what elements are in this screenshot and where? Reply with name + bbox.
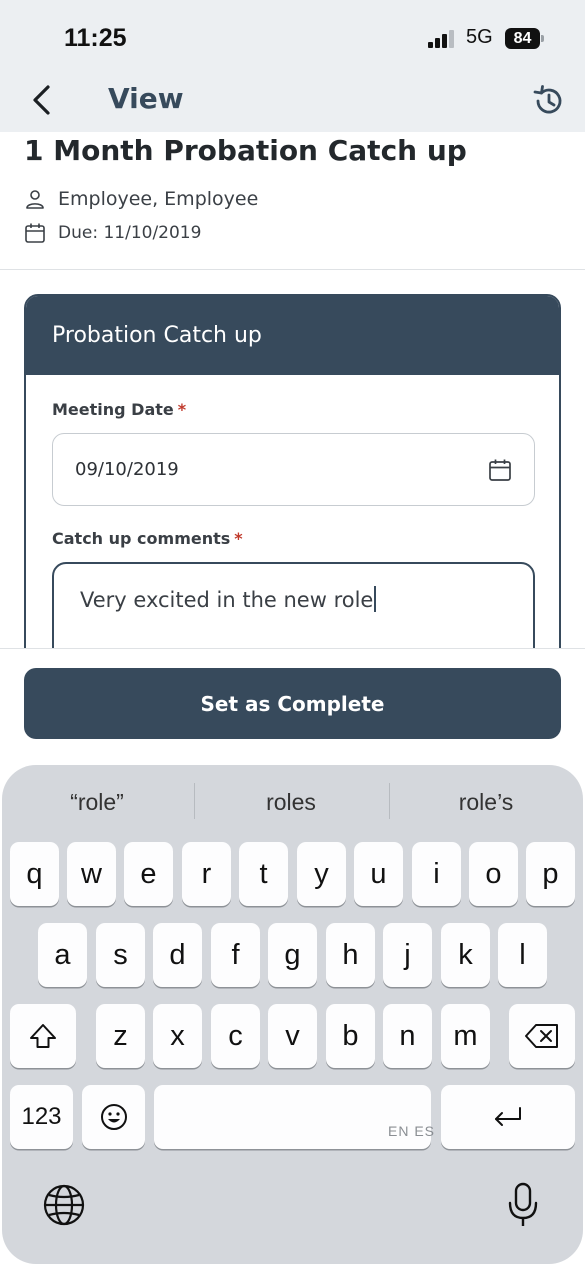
meeting-date-field[interactable]: 09/10/2019 — [52, 433, 535, 506]
key[interactable]: u — [354, 842, 403, 906]
microphone-icon[interactable] — [506, 1181, 540, 1229]
numbers-key[interactable]: 123 — [10, 1085, 73, 1149]
key[interactable]: v — [268, 1004, 317, 1068]
nav-bar: View — [0, 70, 585, 132]
key[interactable]: l — [498, 923, 547, 987]
key[interactable]: c — [211, 1004, 260, 1068]
emoji-key[interactable] — [82, 1085, 145, 1149]
key[interactable]: r — [182, 842, 231, 906]
comments-label-text: Catch up comments — [52, 529, 231, 548]
signal-icon — [428, 30, 458, 48]
assignee-row: Employee, Employee — [24, 186, 258, 212]
emoji-icon — [100, 1104, 127, 1130]
meeting-date-label-text: Meeting Date — [52, 400, 174, 419]
history-icon[interactable] — [532, 84, 566, 118]
key[interactable]: h — [326, 923, 375, 987]
due-row: Due: 11/10/2019 — [24, 220, 201, 246]
required-mark: * — [234, 529, 243, 548]
suggestion-item[interactable]: roles — [196, 785, 386, 819]
key[interactable]: p — [526, 842, 575, 906]
required-mark: * — [177, 400, 187, 419]
suggestion-divider — [389, 783, 390, 819]
header-divider — [0, 269, 585, 270]
keyboard: “role” roles role’s q w e r t y u i o p … — [2, 765, 583, 1264]
key[interactable]: e — [124, 842, 173, 906]
key[interactable]: j — [383, 923, 432, 987]
set-complete-button[interactable]: Set as Complete — [24, 668, 561, 739]
page-title: View — [108, 82, 184, 115]
key[interactable]: x — [153, 1004, 202, 1068]
calendar-icon[interactable] — [488, 458, 512, 482]
key[interactable]: k — [441, 923, 490, 987]
key[interactable]: d — [153, 923, 202, 987]
key[interactable]: m — [441, 1004, 490, 1068]
form-card: Probation Catch up Meeting Date * 09/10/2… — [24, 294, 561, 674]
assignee-text: Employee, Employee — [58, 188, 259, 210]
status-time: 11:25 — [64, 24, 127, 52]
key[interactable]: g — [268, 923, 317, 987]
chevron-left-icon[interactable] — [26, 82, 58, 118]
key[interactable]: n — [383, 1004, 432, 1068]
text-caret — [374, 586, 377, 612]
suggestion-item[interactable]: role’s — [391, 785, 581, 819]
key[interactable]: w — [67, 842, 116, 906]
key[interactable]: y — [297, 842, 346, 906]
space-key[interactable] — [154, 1085, 431, 1149]
delete-key[interactable] — [509, 1004, 575, 1068]
shift-icon — [30, 1024, 56, 1048]
key[interactable]: f — [211, 923, 260, 987]
backspace-icon — [525, 1024, 558, 1048]
key[interactable]: t — [239, 842, 288, 906]
meeting-date-label: Meeting Date * — [52, 400, 186, 419]
key[interactable]: q — [10, 842, 59, 906]
card-title: Probation Catch up — [52, 323, 262, 348]
meeting-date-value: 09/10/2019 — [75, 459, 179, 480]
return-icon — [495, 1107, 521, 1126]
space-key-language: EN ES — [388, 1123, 436, 1139]
globe-icon[interactable] — [42, 1183, 86, 1227]
status-bar: 11:25 5G 84 — [0, 0, 585, 70]
key[interactable]: a — [38, 923, 87, 987]
task-title: 1 Month Probation Catch up — [24, 134, 467, 167]
person-icon — [26, 190, 44, 209]
key[interactable]: z — [96, 1004, 145, 1068]
key[interactable]: b — [326, 1004, 375, 1068]
key[interactable]: s — [96, 923, 145, 987]
return-key[interactable] — [441, 1085, 575, 1149]
comments-value: Very excited in the new role — [80, 588, 374, 612]
key[interactable]: o — [469, 842, 518, 906]
shift-key[interactable] — [10, 1004, 76, 1068]
due-text: Due: 11/10/2019 — [58, 223, 202, 243]
suggestion-item[interactable]: “role” — [2, 785, 192, 819]
calendar-icon — [25, 223, 45, 243]
battery-icon: 84 — [505, 28, 540, 49]
battery-tip — [541, 35, 544, 42]
card-header: Probation Catch up — [26, 296, 559, 375]
network-label: 5G — [466, 26, 493, 48]
suggestion-divider — [194, 783, 195, 819]
comments-label: Catch up comments * — [52, 529, 243, 548]
key[interactable]: i — [412, 842, 461, 906]
